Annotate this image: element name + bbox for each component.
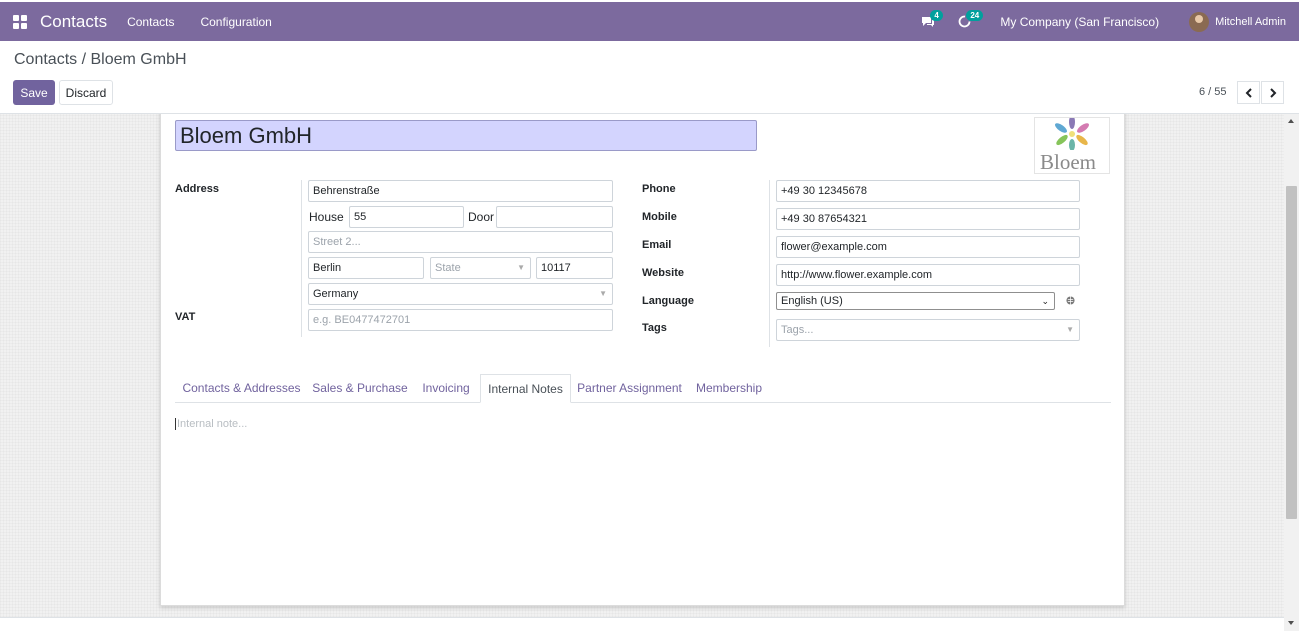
tags-placeholder: Tags... bbox=[781, 324, 814, 336]
form-view: Bloem GmbH Bloem Address Behrenstraße Ho… bbox=[0, 114, 1284, 617]
country-select[interactable]: Germany ▼ bbox=[308, 283, 613, 305]
avatar bbox=[1189, 11, 1210, 32]
vat-label: VAT bbox=[175, 311, 196, 323]
left-group-divider bbox=[301, 180, 302, 337]
tab-invoicing[interactable]: Invoicing bbox=[412, 374, 480, 403]
door-label: Door bbox=[468, 210, 495, 224]
breadcrumb-current: Bloem GmbH bbox=[90, 51, 187, 68]
street-input[interactable]: Behrenstraße bbox=[308, 180, 613, 202]
scroll-down-arrow-icon[interactable] bbox=[1288, 621, 1294, 625]
user-menu[interactable]: Mitchell Admin bbox=[1189, 11, 1286, 32]
breadcrumb-contacts[interactable]: Contacts bbox=[14, 51, 77, 68]
zip-input[interactable]: 10117 bbox=[536, 257, 613, 279]
user-name: Mitchell Admin bbox=[1215, 15, 1286, 28]
globe-icon[interactable] bbox=[1066, 296, 1075, 305]
email-input[interactable]: flower@example.com bbox=[776, 236, 1080, 258]
chevron-down-icon: ▼ bbox=[517, 263, 525, 272]
language-value: English (US) bbox=[781, 295, 843, 307]
bottom-edge bbox=[0, 617, 1284, 631]
navbar-systray: 4 24 My Company (San Francisco) Mitchell… bbox=[910, 2, 1299, 41]
discard-button[interactable]: Discard bbox=[59, 80, 113, 105]
messaging-menu[interactable]: 4 bbox=[910, 2, 946, 41]
tab-partner-assignment[interactable]: Partner Assignment bbox=[571, 374, 688, 403]
breadcrumb-separator: / bbox=[81, 51, 87, 68]
company-logo[interactable]: Bloem bbox=[1034, 117, 1110, 174]
door-input[interactable] bbox=[496, 206, 613, 228]
scrollbar-thumb[interactable] bbox=[1286, 186, 1297, 519]
house-label: House bbox=[309, 210, 344, 224]
address-label: Address bbox=[175, 183, 220, 195]
messages-badge: 4 bbox=[930, 10, 943, 21]
mobile-input[interactable]: +49 30 87654321 bbox=[776, 208, 1080, 230]
tab-membership[interactable]: Membership bbox=[688, 374, 770, 403]
tab-internal-notes[interactable]: Internal Notes bbox=[480, 374, 571, 403]
save-button[interactable]: Save bbox=[13, 80, 55, 105]
tags-input[interactable]: Tags... ▼ bbox=[776, 319, 1080, 341]
tab-sales-purchase[interactable]: Sales & Purchase bbox=[308, 374, 412, 403]
chevron-down-icon: ▼ bbox=[599, 289, 607, 298]
internal-notes-editor[interactable]: Internal note... bbox=[175, 418, 247, 430]
house-input[interactable]: 55 bbox=[349, 206, 464, 228]
pager-next-button[interactable] bbox=[1261, 81, 1284, 104]
flower-logo-icon bbox=[1055, 118, 1089, 150]
vat-input[interactable]: e.g. BE0477472701 bbox=[308, 309, 613, 331]
chevron-left-icon bbox=[1245, 87, 1252, 98]
top-navbar: Contacts Contacts Configuration 4 24 My … bbox=[0, 2, 1299, 41]
country-value: Germany bbox=[313, 288, 359, 300]
right-group-divider bbox=[769, 180, 770, 347]
pager-value[interactable]: 6 / 55 bbox=[1199, 86, 1227, 98]
chevron-right-icon bbox=[1269, 87, 1276, 98]
form-sheet: Bloem GmbH Bloem Address Behrenstraße Ho… bbox=[160, 114, 1125, 606]
company-switcher[interactable]: My Company (San Francisco) bbox=[1000, 15, 1159, 29]
apps-grid-icon bbox=[13, 14, 27, 29]
chevron-down-icon: ⌄ bbox=[1041, 296, 1049, 306]
menu-configuration[interactable]: Configuration bbox=[200, 15, 271, 29]
tags-label: Tags bbox=[642, 322, 667, 334]
language-label: Language bbox=[642, 295, 694, 307]
phone-label: Phone bbox=[642, 183, 676, 195]
notebook-tabs: Contacts & Addresses Sales & Purchase In… bbox=[175, 374, 1111, 403]
pager-previous-button[interactable] bbox=[1237, 81, 1260, 104]
tab-contacts-addresses[interactable]: Contacts & Addresses bbox=[175, 374, 308, 403]
control-panel: Contacts / Bloem GmbH Save Discard 6 / 5… bbox=[0, 41, 1299, 114]
website-input[interactable]: http://www.flower.example.com bbox=[776, 264, 1080, 286]
menu-contacts[interactable]: Contacts bbox=[127, 15, 174, 29]
breadcrumb: Contacts / Bloem GmbH bbox=[14, 51, 187, 69]
state-select[interactable]: State ▼ bbox=[430, 257, 531, 279]
vertical-scrollbar[interactable] bbox=[1284, 114, 1299, 631]
website-label: Website bbox=[642, 267, 684, 279]
activities-badge: 24 bbox=[966, 10, 984, 21]
state-placeholder: State bbox=[435, 262, 461, 274]
city-input[interactable]: Berlin bbox=[308, 257, 424, 279]
app-menu-button[interactable] bbox=[0, 2, 40, 41]
street2-input[interactable]: Street 2... bbox=[308, 231, 613, 253]
language-select[interactable]: English (US) ⌄ bbox=[776, 292, 1055, 310]
chevron-down-icon: ▼ bbox=[1066, 325, 1074, 334]
mobile-label: Mobile bbox=[642, 211, 677, 223]
scroll-up-arrow-icon[interactable] bbox=[1288, 119, 1294, 123]
logo-text: Bloem bbox=[1040, 150, 1096, 174]
app-brand[interactable]: Contacts bbox=[40, 12, 107, 32]
phone-input[interactable]: +49 30 12345678 bbox=[776, 180, 1080, 202]
company-name-input[interactable]: Bloem GmbH bbox=[175, 120, 757, 151]
activity-menu[interactable]: 24 bbox=[946, 2, 984, 41]
email-label: Email bbox=[642, 239, 672, 251]
